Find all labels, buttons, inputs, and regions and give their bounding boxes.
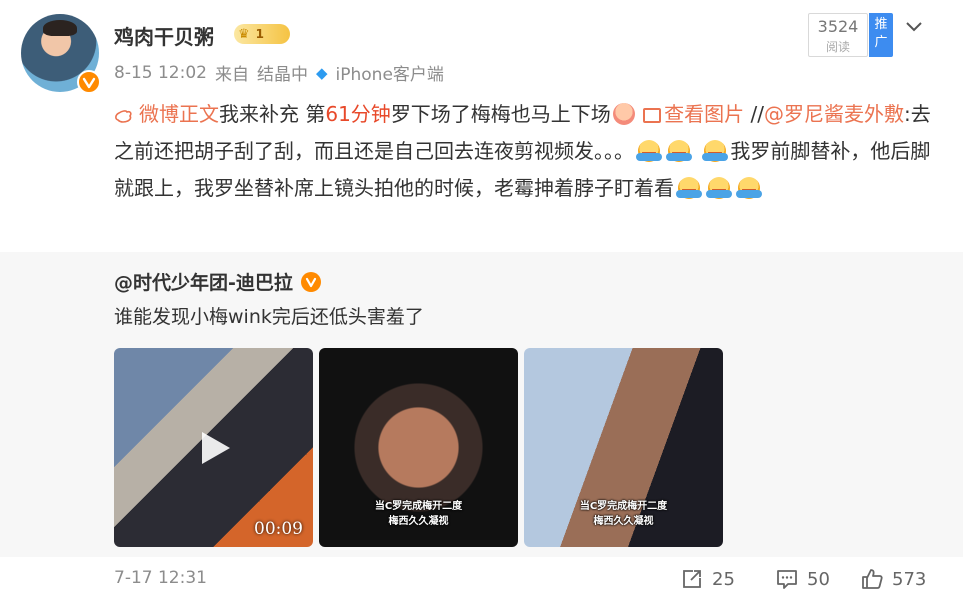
author-name[interactable]: 鸡肉干贝粥 (114, 21, 214, 50)
post-text: 微博正文我来补充 第61分钟罗下场了梅梅也马上下场 查看图片 //@罗尼酱麦外敷… (114, 96, 934, 207)
laugh-emoji-icon (666, 140, 692, 162)
comment-icon (777, 570, 797, 589)
comment-button[interactable]: 50 (775, 566, 830, 592)
source-device: iPhone客户端 (335, 65, 444, 85)
weibo-text-link[interactable]: 微博正文 (114, 102, 219, 126)
mention-link[interactable]: @罗尼酱麦外敷 (764, 102, 904, 126)
repost-card[interactable]: @时代少年团-迪巴拉 谁能发现小梅wink完后还低头害羞了 00:09 当C罗完… (0, 252, 963, 557)
source-topic[interactable]: 结晶中 (257, 60, 308, 85)
view-image-label: 查看图片 (664, 102, 745, 126)
comment-count: 50 (807, 568, 830, 590)
image-thumbnail-3[interactable]: 当C罗完成梅开二度 梅西久久凝视 (524, 348, 723, 547)
play-icon[interactable] (196, 430, 232, 466)
caption-line-1: 当C罗完成梅开二度 (374, 501, 463, 512)
text-part2: 罗下场了梅梅也马上下场 (390, 102, 611, 126)
repost-button[interactable]: 25 (680, 566, 735, 592)
text-sep: // (744, 102, 765, 126)
weibo-link-label: 微博正文 (139, 102, 219, 126)
read-count: 3524 (817, 17, 859, 36)
read-label: 阅读 (825, 40, 850, 54)
laugh-emoji-icon (736, 177, 762, 199)
view-image-link[interactable]: 查看图片 (643, 102, 744, 126)
source-prefix: 来自 (214, 65, 249, 85)
repost-icon (683, 570, 701, 588)
blush-emoji-icon (612, 103, 635, 125)
avatar-hair (43, 20, 77, 36)
caption-line-1: 当C罗完成梅开二度 (579, 501, 668, 512)
weibo-icon (115, 110, 132, 123)
image-caption: 当C罗完成梅开二度 梅西久久凝视 (524, 499, 723, 529)
like-count: 573 (892, 568, 927, 590)
text-part1: 我来补充 第 (219, 102, 326, 126)
repost-count: 25 (712, 568, 735, 590)
crown-icon: ♛ (238, 26, 250, 42)
laugh-emoji-icon (636, 140, 662, 162)
laugh-emoji-icon (676, 177, 702, 199)
laugh-emoji-icon (706, 177, 732, 199)
verified-icon (77, 70, 101, 94)
image-thumbnail-2[interactable]: 当C罗完成梅开二度 梅西久久凝视 (319, 348, 518, 547)
caption-line-2: 梅西久久凝视 (388, 516, 449, 527)
image-icon (643, 108, 662, 123)
text-highlight: 61分钟 (325, 102, 391, 126)
avatar[interactable] (21, 14, 101, 94)
like-button[interactable]: 573 (860, 566, 926, 592)
image-caption: 当C罗完成梅开二度 梅西久久凝视 (319, 499, 518, 529)
diamond-icon: ◆ (315, 63, 328, 82)
laugh-emoji-icon (702, 140, 729, 162)
repost-author-name: @时代少年团-迪巴拉 (114, 272, 293, 294)
chevron-down-icon[interactable] (904, 16, 924, 36)
post-time[interactable]: 8-15 12:02 (114, 63, 207, 83)
repost-date[interactable]: 7-17 12:31 (114, 568, 207, 588)
post-meta: 8-15 12:02 来自 结晶中 ◆ iPhone客户端 (114, 60, 444, 86)
vip-level: 1 (255, 27, 265, 41)
read-count-box: 3524 阅读 (808, 13, 868, 57)
vip-badge[interactable]: ♛ 1 (234, 24, 290, 44)
verified-icon (300, 271, 321, 292)
video-thumbnail[interactable]: 00:09 (114, 348, 313, 547)
repost-text: 谁能发现小梅wink完后还低头害羞了 (114, 306, 424, 328)
caption-line-2: 梅西久久凝视 (593, 516, 654, 527)
repost-author[interactable]: @时代少年团-迪巴拉 (114, 268, 321, 295)
promote-button[interactable]: 推广 (869, 13, 893, 57)
thumbs-up-icon (862, 569, 883, 589)
video-duration: 00:09 (254, 519, 303, 539)
